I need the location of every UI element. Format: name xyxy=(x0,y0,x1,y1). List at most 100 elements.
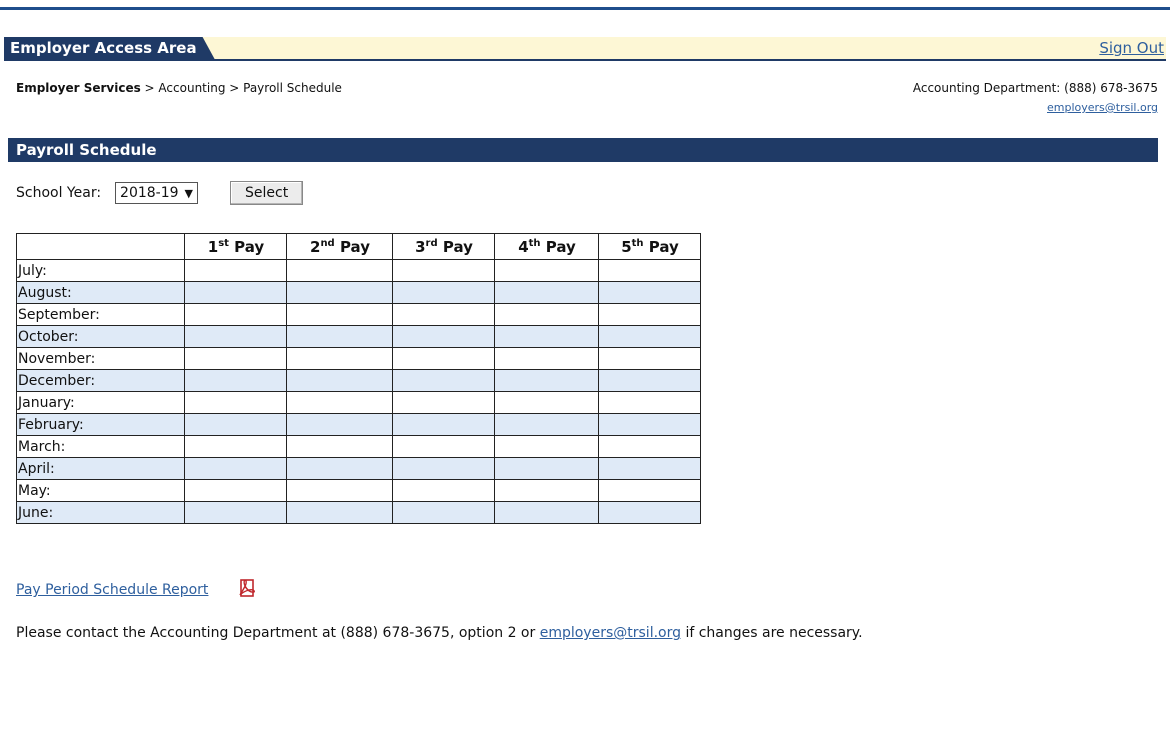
pay-date-cell xyxy=(494,369,599,392)
pay-column-header: 3rd Pay xyxy=(392,233,495,260)
month-label: August: xyxy=(16,281,185,304)
pay-date-cell xyxy=(598,281,701,304)
pay-date-cell xyxy=(184,303,287,326)
pay-date-cell xyxy=(286,391,393,414)
pay-date-cell xyxy=(184,457,287,480)
table-row: June: xyxy=(16,501,701,524)
school-year-label: School Year: xyxy=(16,185,102,201)
pay-date-cell xyxy=(184,347,287,370)
pay-column-header: 5th Pay xyxy=(598,233,701,260)
pay-date-cell xyxy=(286,457,393,480)
sign-out-link[interactable]: Sign Out xyxy=(1099,39,1164,57)
pay-date-cell xyxy=(598,391,701,414)
pay-date-cell xyxy=(392,303,495,326)
pay-date-cell xyxy=(184,501,287,524)
pay-date-cell xyxy=(392,281,495,304)
month-label: June: xyxy=(16,501,185,524)
pay-date-cell xyxy=(494,259,599,282)
contact-phone: Accounting Department: (888) 678-3675 xyxy=(912,81,1158,95)
table-row: April: xyxy=(16,457,701,480)
pay-date-cell xyxy=(392,259,495,282)
contact-email-link[interactable]: employers@trsil.org xyxy=(913,101,1158,114)
pay-date-cell xyxy=(494,501,599,524)
pay-date-cell xyxy=(598,325,701,348)
month-label: October: xyxy=(16,325,185,348)
pay-date-cell xyxy=(494,413,599,436)
pay-date-cell xyxy=(184,281,287,304)
pay-date-cell xyxy=(598,347,701,370)
month-label: April: xyxy=(16,457,185,480)
school-year-value: 2018-19 xyxy=(120,185,179,201)
month-label: December: xyxy=(16,369,185,392)
breadcrumb-current: Payroll Schedule xyxy=(243,81,342,95)
pay-date-cell xyxy=(184,435,287,458)
pay-date-cell xyxy=(494,303,599,326)
table-row: February: xyxy=(16,413,701,436)
top-rule xyxy=(0,0,1170,10)
pay-date-cell xyxy=(598,479,701,502)
pay-date-cell xyxy=(392,325,495,348)
pay-date-cell xyxy=(494,347,599,370)
payroll-schedule-table: 1st Pay 2nd Pay 3rd Pay 4th Pay 5th Pay … xyxy=(16,233,701,524)
section-header: Payroll Schedule xyxy=(8,138,1158,162)
pay-date-cell xyxy=(392,413,495,436)
month-label: May: xyxy=(16,479,185,502)
pay-date-cell xyxy=(494,281,599,304)
pay-date-cell xyxy=(598,501,701,524)
footer-text: Please contact the Accounting Department… xyxy=(16,625,540,641)
pay-date-cell xyxy=(598,303,701,326)
pay-date-cell xyxy=(286,347,393,370)
pay-date-cell xyxy=(286,369,393,392)
section-title: Payroll Schedule xyxy=(16,141,157,159)
area-title: Employer Access Area xyxy=(4,37,215,59)
pay-date-cell xyxy=(392,457,495,480)
pay-date-cell xyxy=(392,435,495,458)
pay-period-report-link[interactable]: Pay Period Schedule Report xyxy=(16,582,208,598)
pay-column-header: 2nd Pay xyxy=(286,233,393,260)
select-button[interactable]: Select xyxy=(230,181,304,205)
table-row: August: xyxy=(16,281,701,304)
pay-date-cell xyxy=(598,369,701,392)
footer-email-link[interactable]: employers@trsil.org xyxy=(540,625,681,641)
table-row: July: xyxy=(16,259,701,282)
header-bar: Employer Access Area Sign Out xyxy=(4,37,1166,61)
pay-date-cell xyxy=(494,391,599,414)
pay-date-cell xyxy=(392,391,495,414)
breadcrumb-root[interactable]: Employer Services xyxy=(16,81,141,95)
pay-date-cell xyxy=(286,303,393,326)
pay-date-cell xyxy=(184,479,287,502)
chevron-down-icon: ▼ xyxy=(184,186,194,200)
school-year-filter: School Year: 2018-19 ▼ Select xyxy=(16,178,304,208)
pay-date-cell xyxy=(598,259,701,282)
pdf-icon[interactable] xyxy=(238,578,256,598)
pay-date-cell xyxy=(494,457,599,480)
table-row: May: xyxy=(16,479,701,502)
table-row: December: xyxy=(16,369,701,392)
table-row: September: xyxy=(16,303,701,326)
school-year-select[interactable]: 2018-19 ▼ xyxy=(115,182,199,204)
pay-date-cell xyxy=(184,413,287,436)
month-label: February: xyxy=(16,413,185,436)
pay-date-cell xyxy=(286,413,393,436)
breadcrumb-sep: > xyxy=(140,81,159,95)
pay-date-cell xyxy=(598,457,701,480)
footer-text: if changes are necessary. xyxy=(681,625,863,641)
month-label: July: xyxy=(16,259,185,282)
pay-date-cell xyxy=(286,501,393,524)
pay-date-cell xyxy=(494,435,599,458)
breadcrumb-accounting[interactable]: Accounting xyxy=(158,81,225,95)
month-column-header xyxy=(16,233,185,260)
pay-date-cell xyxy=(184,391,287,414)
month-label: September: xyxy=(16,303,185,326)
pay-date-cell xyxy=(392,501,495,524)
pay-date-cell xyxy=(392,479,495,502)
pay-date-cell xyxy=(494,325,599,348)
breadcrumb: Employer Services > Accounting > Payroll… xyxy=(16,81,342,95)
table-header-row: 1st Pay 2nd Pay 3rd Pay 4th Pay 5th Pay xyxy=(16,233,701,260)
month-label: January: xyxy=(16,391,185,414)
table-row: March: xyxy=(16,435,701,458)
month-label: November: xyxy=(16,347,185,370)
pay-column-header: 1st Pay xyxy=(184,233,287,260)
pay-date-cell xyxy=(286,281,393,304)
pay-date-cell xyxy=(598,413,701,436)
